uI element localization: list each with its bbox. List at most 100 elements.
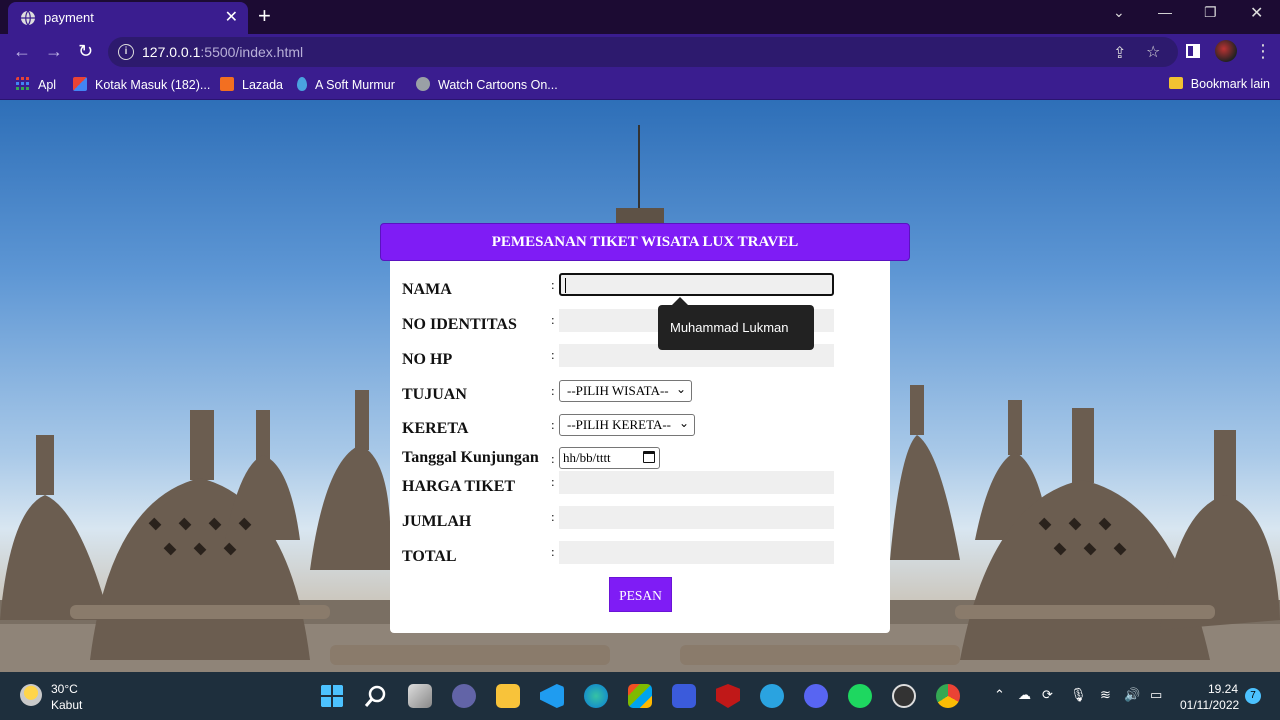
volume-icon[interactable]: 🔊 — [1124, 687, 1140, 703]
label-harga-tiket: HARGA TIKET — [402, 478, 516, 495]
start-windows-icon[interactable] — [320, 684, 344, 708]
colon: : — [551, 544, 555, 559]
clock-time: 19.24 — [1207, 682, 1238, 696]
label-tanggal-kunjungan: Tanggal Kunjungan — [402, 449, 539, 466]
colon: : — [551, 277, 555, 292]
text-caret — [565, 278, 566, 293]
lazada-icon — [220, 77, 234, 91]
spotify-icon[interactable] — [848, 684, 872, 708]
edge-icon[interactable] — [584, 684, 608, 708]
kereta-selected-value: --PILIH KERETA-- — [567, 417, 672, 432]
bookmark-gmail[interactable]: Kotak Masuk (182)... — [73, 77, 210, 92]
label-kereta: KERETA — [402, 420, 469, 437]
nama-input[interactable] — [559, 273, 834, 296]
discord-icon[interactable] — [804, 684, 828, 708]
bookmark-lazada[interactable]: Lazada — [220, 77, 283, 92]
address-bar[interactable]: i 127.0.0.1:5500/index.html ⇪ ☆ — [108, 37, 1178, 67]
taskbar: 30°C Kabut ⌃ ☁ ⟳ 🎙 ≋ 🔊 ▭ 19.24 01/11/202… — [0, 672, 1280, 720]
minimize-icon[interactable]: — — [1158, 4, 1172, 20]
apps-grid-icon — [16, 77, 29, 90]
store-icon[interactable] — [628, 684, 652, 708]
temperature: 30°C — [51, 682, 78, 696]
tab-search-icon[interactable]: ⌄ — [1113, 4, 1125, 21]
notification-badge[interactable]: 7 — [1245, 688, 1261, 704]
share-icon[interactable]: ⇪ — [1113, 43, 1126, 63]
mcafee-icon[interactable] — [716, 684, 740, 708]
bookmarks-bar: Apl Kotak Masuk (182)... Lazada A Soft M… — [0, 70, 1280, 100]
wifi-icon[interactable]: ≋ — [1100, 687, 1111, 703]
gmail-icon — [73, 77, 87, 91]
weather-condition: Kabut — [51, 698, 83, 712]
url-text: 127.0.0.1:5500/index.html — [142, 44, 304, 60]
forward-icon[interactable]: → — [45, 41, 63, 62]
date-placeholder: hh/bb/tttt — [563, 450, 611, 465]
autofill-tooltip: Muhammad Lukman — [658, 297, 814, 350]
kereta-select[interactable]: --PILIH KERETA-- ⌄ — [559, 414, 695, 436]
tab-title: payment — [44, 10, 94, 25]
colon: : — [551, 383, 555, 398]
weather-icon[interactable] — [20, 684, 42, 706]
bookmark-watch-cartoons[interactable]: Watch Cartoons On... — [416, 77, 558, 92]
label-total: TOTAL — [402, 548, 457, 565]
bookmark-star-icon[interactable]: ☆ — [1146, 42, 1160, 62]
colon: : — [551, 312, 555, 327]
label-nama: NAMA — [402, 281, 452, 298]
clock-date: 01/11/2022 — [1180, 698, 1240, 712]
search-icon[interactable] — [364, 684, 388, 708]
jumlah-input[interactable] — [559, 506, 834, 529]
bookmark-soft-murmur[interactable]: A Soft Murmur — [297, 77, 395, 92]
new-tab-button[interactable]: + — [258, 3, 271, 29]
label-no-hp: NO HP — [402, 351, 453, 368]
globe-icon — [21, 10, 35, 26]
tab-close-icon[interactable]: ✕ — [225, 7, 238, 27]
weather-widget[interactable]: 30°C Kabut — [51, 681, 82, 713]
sync-icon[interactable]: ⟳ — [1042, 687, 1053, 703]
colon: : — [551, 347, 555, 362]
battery-icon[interactable]: ▭ — [1150, 687, 1162, 703]
chevron-down-icon: ⌄ — [675, 382, 686, 396]
form-title: PEMESANAN TIKET WISATA LUX TRAVEL — [380, 223, 910, 261]
colon: : — [551, 474, 555, 489]
teams-chat-icon[interactable] — [452, 684, 476, 708]
globe-icon — [416, 77, 430, 91]
folder-icon — [1168, 77, 1183, 89]
tab-payment[interactable]: payment ✕ — [8, 2, 248, 34]
restore-icon[interactable]: ❐ — [1204, 4, 1217, 21]
droplet-icon — [297, 77, 307, 91]
close-window-icon[interactable]: ✕ — [1250, 3, 1263, 23]
microphone-icon[interactable]: 🎙 — [1070, 687, 1087, 703]
tujuan-selected-value: --PILIH WISATA-- — [567, 383, 669, 398]
tab-strip: payment ✕ + ⌄ — ❐ ✕ — [0, 0, 1280, 34]
bookmark-other-folder[interactable]: Bookmark lain — [1168, 77, 1270, 91]
chevron-down-icon: ⌄ — [678, 416, 689, 430]
clock[interactable]: 19.24 01/11/2022 — [1180, 681, 1240, 713]
label-tujuan: TUJUAN — [402, 386, 467, 403]
tanggal-kunjungan-input[interactable]: hh/bb/tttt — [559, 447, 660, 469]
site-info-icon[interactable]: i — [118, 44, 134, 60]
harga-tiket-input[interactable] — [559, 471, 834, 494]
obs-icon[interactable] — [892, 684, 916, 708]
task-view-icon[interactable] — [408, 684, 432, 708]
colon: : — [551, 451, 555, 466]
label-no-identitas: NO IDENTITAS — [402, 316, 517, 333]
onedrive-icon[interactable]: ☁ — [1018, 687, 1031, 703]
reload-icon[interactable]: ↻ — [78, 41, 93, 62]
telegram-icon[interactable] — [760, 684, 784, 708]
calendar-icon[interactable] — [643, 451, 655, 463]
colon: : — [551, 509, 555, 524]
colon: : — [551, 417, 555, 432]
label-jumlah: JUMLAH — [402, 513, 472, 530]
app-icon[interactable] — [672, 684, 696, 708]
tujuan-select[interactable]: --PILIH WISATA-- ⌄ — [559, 380, 692, 402]
total-input[interactable] — [559, 541, 834, 564]
chevron-up-icon[interactable]: ⌃ — [994, 687, 1005, 703]
chrome-icon[interactable] — [936, 684, 960, 708]
bookmark-apps[interactable]: Apl — [16, 77, 56, 92]
side-panel-icon[interactable] — [1186, 44, 1200, 58]
file-explorer-icon[interactable] — [496, 684, 520, 708]
profile-avatar[interactable] — [1215, 40, 1237, 62]
pesan-button[interactable]: PESAN — [609, 577, 672, 612]
back-icon[interactable]: ← — [13, 41, 31, 62]
vscode-icon[interactable] — [540, 684, 564, 708]
menu-kebab-icon[interactable]: ⋮ — [1254, 41, 1272, 62]
